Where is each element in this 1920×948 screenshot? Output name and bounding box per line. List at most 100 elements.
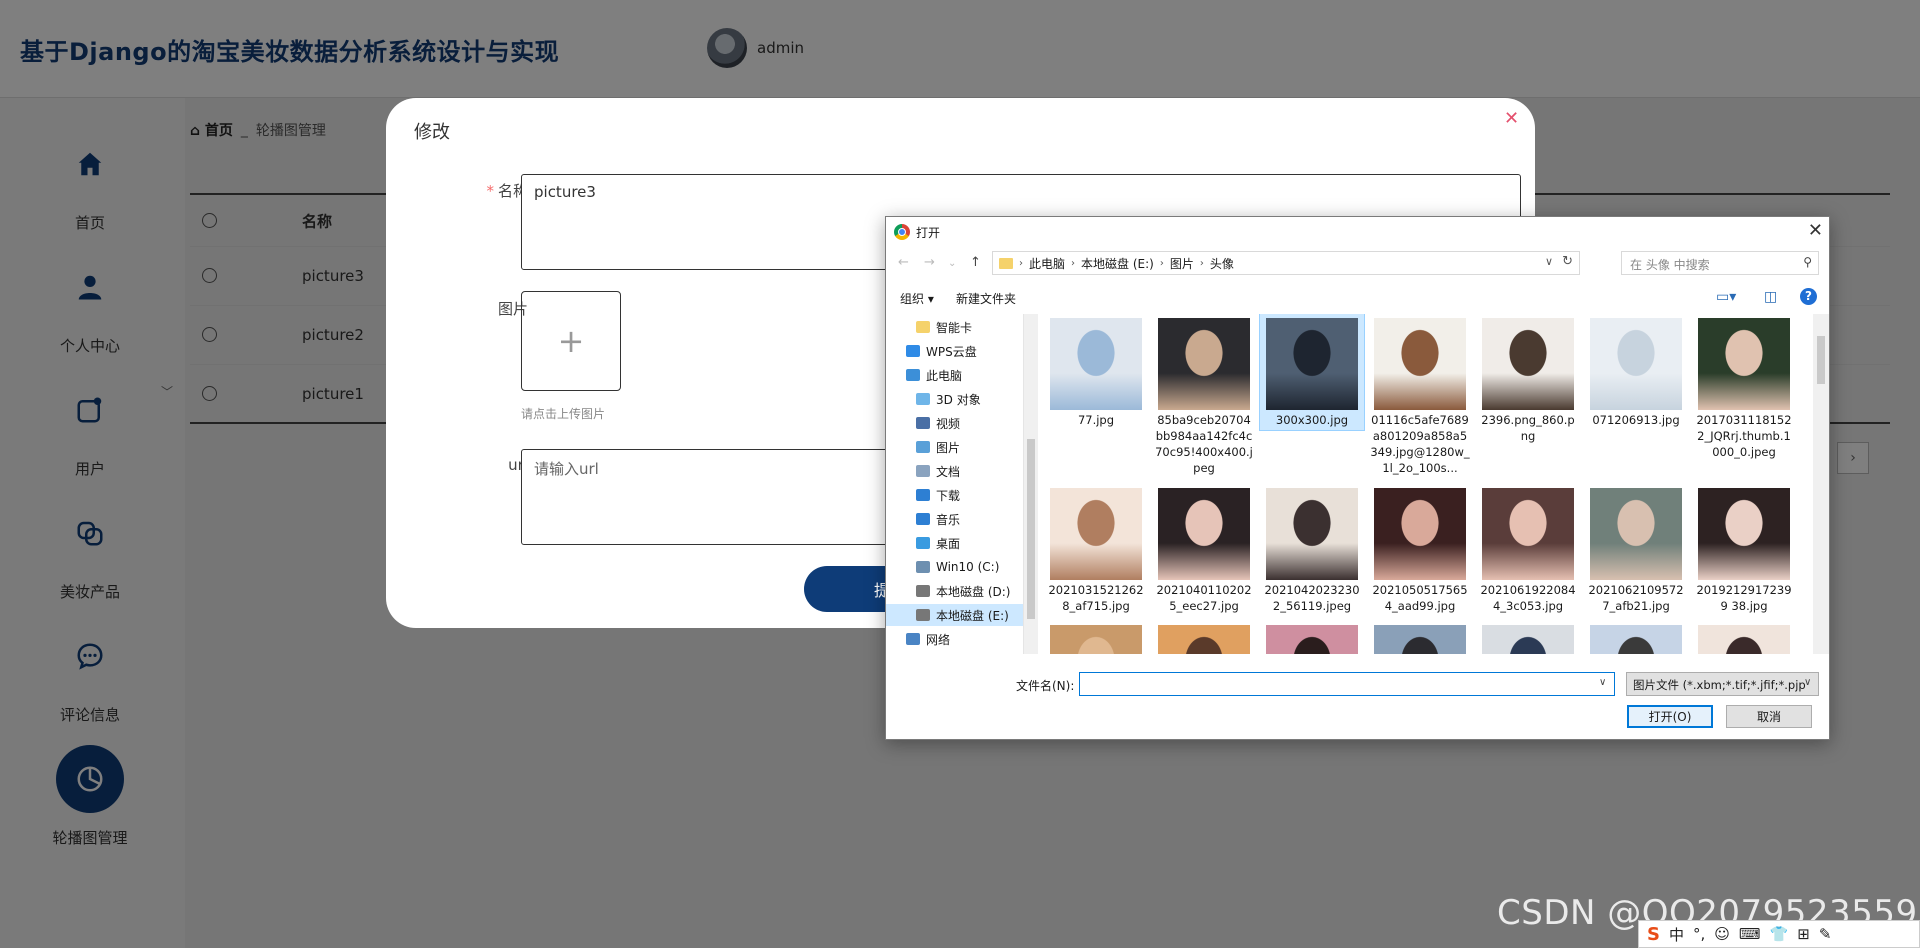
tree-item[interactable]: 桌面 (886, 532, 1023, 554)
file-item[interactable] (1260, 621, 1364, 654)
tree-item[interactable]: 本地磁盘 (D:) (886, 580, 1023, 602)
new-folder-button[interactable]: 新建文件夹 (956, 290, 1016, 307)
tree-item-label: WPS云盘 (926, 344, 977, 359)
file-item[interactable]: 20210621095727_afb21.jpg (1584, 484, 1688, 616)
file-item[interactable]: 77.jpg (1044, 314, 1148, 430)
file-item[interactable]: 85ba9ceb20704bb984aa142fc4c70c95!400x400… (1152, 314, 1256, 478)
files-scrollbar[interactable] (1813, 314, 1829, 654)
path-segment[interactable]: 本地磁盘 (E:) (1081, 255, 1154, 272)
tree-item[interactable]: 此电脑 (886, 364, 1023, 386)
ime-button[interactable]: °, (1693, 925, 1705, 943)
tree-item-label: 网络 (926, 632, 951, 647)
tree-item[interactable]: 下载 (886, 484, 1023, 506)
file-item[interactable] (1692, 621, 1796, 654)
file-item[interactable]: 01116c5afe7689a801209a858a5349.jpg@1280w… (1368, 314, 1472, 478)
organize-button[interactable]: 组织 ▾ (900, 290, 934, 307)
file-item[interactable]: 20210315212628_af715.jpg (1044, 484, 1148, 616)
image-upload-button[interactable]: + (521, 291, 621, 391)
tree-item-label: 本地磁盘 (D:) (936, 584, 1011, 599)
file-name: 01116c5afe7689a801209a858a5349.jpg@1280w… (1370, 413, 1470, 475)
cancel-button[interactable]: 取消 (1726, 705, 1812, 728)
file-item[interactable]: 20210505175654_aad99.jpg (1368, 484, 1472, 616)
tree-item-label: 本地磁盘 (E:) (936, 608, 1009, 623)
file-item[interactable] (1044, 621, 1148, 654)
file-name: 20192129172399 38.jpg (1696, 583, 1792, 613)
file-item[interactable] (1476, 621, 1580, 654)
modal-title: 修改 (414, 122, 450, 143)
ime-button[interactable]: ✎ (1819, 925, 1832, 943)
chevron-down-icon[interactable]: ∨ (1599, 677, 1606, 688)
navigation-row: ← → ⌄ ↑ › 此电脑 › 本地磁盘 (E:) › 图片 › 头像 ∨ ↻ … (886, 251, 1829, 277)
image-thumbnail (1050, 488, 1142, 580)
folder-icon (916, 561, 930, 573)
file-list: 77.jpg 85ba9ceb20704bb984aa142fc4c70c95!4… (1038, 314, 1813, 654)
ime-button[interactable]: 中 (1669, 924, 1684, 945)
file-item[interactable]: 20210401102025_eec27.jpg (1152, 484, 1256, 616)
path-segment[interactable]: 图片 (1170, 255, 1194, 272)
open-file-dialog: 打开 ✕ ← → ⌄ ↑ › 此电脑 › 本地磁盘 (E:) › 图片 › 头像… (885, 216, 1830, 740)
file-item[interactable] (1584, 621, 1688, 654)
open-button[interactable]: 打开(O) (1627, 705, 1713, 728)
folder-icon (906, 633, 920, 645)
tree-item-label: 3D 对象 (936, 392, 981, 407)
file-name: 85ba9ceb20704bb984aa142fc4c70c95!400x400… (1155, 413, 1253, 475)
file-item[interactable]: 20170311181522_JQRrj.thumb.1000_0.jpeg (1692, 314, 1796, 462)
view-options-icon[interactable]: ▭▾ (1716, 289, 1736, 305)
chevron-down-icon[interactable]: ∨ (1804, 677, 1811, 688)
close-icon[interactable]: ✕ (1808, 220, 1823, 241)
forward-icon[interactable]: → (924, 255, 935, 270)
ime-button[interactable]: ☺ (1714, 925, 1730, 943)
tree-item[interactable]: 网络 (886, 628, 1023, 650)
recent-locations-icon[interactable]: ⌄ (948, 258, 956, 269)
file-name: 20170311181522_JQRrj.thumb.1000_0.jpeg (1696, 413, 1792, 459)
file-name: 071206913.jpg (1592, 413, 1680, 427)
image-thumbnail (1590, 625, 1682, 654)
file-item[interactable]: 071206913.jpg (1584, 314, 1688, 430)
preview-pane-icon[interactable]: ◫ (1764, 289, 1777, 305)
tree-item-label: 下载 (936, 488, 961, 503)
ime-button[interactable]: 👕 (1770, 925, 1789, 943)
file-item[interactable]: 20192129172399 38.jpg (1692, 484, 1796, 616)
tree-item-label: 视频 (936, 416, 961, 431)
ime-button[interactable]: ⊞ (1797, 925, 1810, 943)
filename-label: 文件名(N): (1016, 679, 1075, 693)
image-thumbnail (1482, 625, 1574, 654)
file-item[interactable]: 20210420232302_56119.jpeg (1260, 484, 1364, 616)
file-item[interactable] (1152, 621, 1256, 654)
help-icon[interactable]: ? (1800, 288, 1817, 305)
ime-button[interactable]: ⌨ (1739, 925, 1761, 943)
tree-item[interactable]: Win10 (C:) (886, 556, 1023, 578)
tree-item[interactable]: 本地磁盘 (E:) (886, 604, 1023, 626)
tree-item[interactable]: WPS云盘 (886, 340, 1023, 362)
close-icon[interactable]: ✕ (1504, 108, 1519, 129)
file-item[interactable]: 300x300.jpg (1259, 314, 1365, 431)
file-item[interactable] (1368, 621, 1472, 654)
path-segment[interactable]: 此电脑 (1029, 255, 1065, 272)
file-item[interactable]: 2396.png_860.png (1476, 314, 1580, 446)
dialog-title: 打开 (916, 226, 941, 240)
back-icon[interactable]: ← (898, 255, 909, 270)
filename-input[interactable] (1079, 672, 1615, 696)
address-bar[interactable]: › 此电脑 › 本地磁盘 (E:) › 图片 › 头像 ∨ ↻ (992, 251, 1580, 275)
dialog-titlebar[interactable]: 打开 ✕ (886, 217, 1829, 247)
search-input[interactable]: 在 头像 中搜索 ⚲ (1621, 251, 1819, 275)
plus-icon: + (557, 322, 585, 360)
tree-item[interactable]: 文档 (886, 460, 1023, 482)
folder-icon (916, 513, 930, 525)
up-icon[interactable]: ↑ (970, 255, 981, 270)
file-item[interactable]: 20210619220844_3c053.jpg (1476, 484, 1580, 616)
tree-scrollbar[interactable] (1024, 314, 1038, 654)
refresh-icon[interactable]: ↻ (1562, 254, 1573, 269)
tree-item[interactable]: 视频 (886, 412, 1023, 434)
path-segment[interactable]: 头像 (1210, 255, 1234, 272)
tree-item-label: 智能卡 (936, 320, 973, 335)
tree-item-label: 图片 (936, 440, 961, 455)
tree-item[interactable]: 智能卡 (886, 316, 1023, 338)
search-icon: ⚲ (1803, 255, 1812, 269)
tree-item[interactable]: 图片 (886, 436, 1023, 458)
tree-item[interactable]: 音乐 (886, 508, 1023, 530)
chevron-down-icon[interactable]: ∨ (1545, 255, 1553, 268)
tree-item[interactable]: 3D 对象 (886, 388, 1023, 410)
ime-button[interactable]: S (1647, 924, 1660, 945)
file-type-select[interactable]: 图片文件 (*.xbm;*.tif;*.jfif;*.pjp (1626, 672, 1819, 696)
